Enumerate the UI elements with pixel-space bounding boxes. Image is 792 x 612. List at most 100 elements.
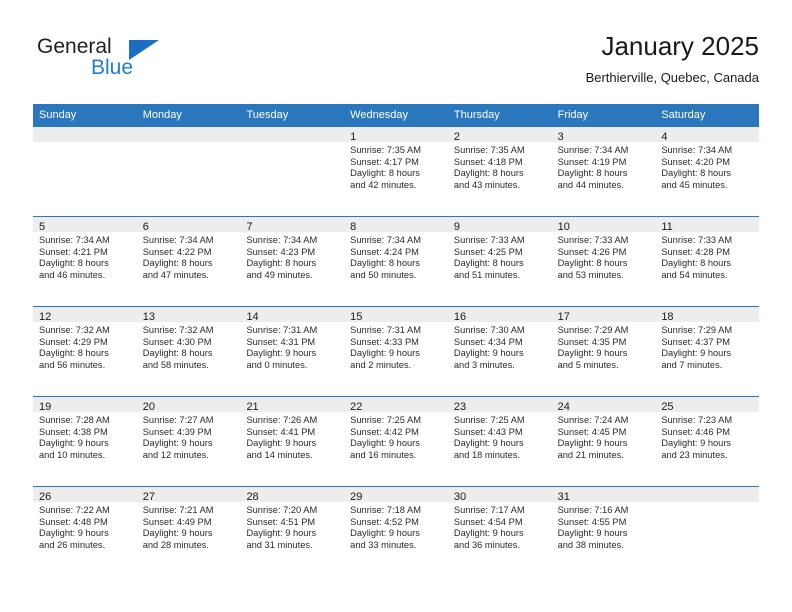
day-cell[interactable]: 27 Sunrise: 7:21 AM Sunset: 4:49 PM Dayligh… <box>136 487 241 576</box>
day-info-line: and 26 minutes. <box>39 539 106 550</box>
day-info-line: Sunset: 4:33 PM <box>350 336 419 347</box>
day-info-line: and 33 minutes. <box>350 539 417 550</box>
weekday-header-monday: Monday <box>142 109 182 121</box>
day-cell[interactable]: 9 Sunrise: 7:33 AM Sunset: 4:25 PM Daylight… <box>447 217 552 306</box>
day-info-line: Sunrise: 7:32 AM <box>39 325 110 335</box>
day-info-line: Sunrise: 7:34 AM <box>557 145 629 155</box>
day-number-band: 31 <box>551 487 656 503</box>
day-info-line: Sunset: 4:54 PM <box>453 516 523 527</box>
day-number: 23 <box>453 401 467 413</box>
day-number-band: 9 <box>447 217 552 233</box>
day-sun-info: Sunrise: 7:33 AM Sunset: 4:25 PM Daylight:… <box>448 232 552 281</box>
day-cell[interactable]: 13 Sunrise: 7:32 AM Sunset: 4:30 PM Dayligh… <box>136 307 241 396</box>
day-number: 26 <box>39 491 52 503</box>
day-cell[interactable]: 18 Sunrise: 7:29 AM Sunset: 4:37 PM Dayligh… <box>655 307 760 396</box>
day-cell[interactable]: 19 Sunrise: 7:28 AM Sunset: 4:38 PM Dayligh… <box>33 397 137 486</box>
day-number: 21 <box>246 401 259 413</box>
day-cell[interactable]: 25 Sunrise: 7:23 AM Sunset: 4:46 PM Dayligh… <box>655 397 760 486</box>
day-info-line: and 46 minutes. <box>39 269 106 280</box>
day-cell[interactable]: 29 Sunrise: 7:18 AM Sunset: 4:52 PM Dayligh… <box>344 487 448 576</box>
calendar-week-row: 19 Sunrise: 7:28 AM Sunset: 4:38 PM Dayligh… <box>33 396 760 486</box>
day-info-line: and 14 minutes. <box>246 449 313 460</box>
day-number: 14 <box>246 311 259 323</box>
day-sun-info: Sunrise: 7:25 AM Sunset: 4:42 PM Daylight:… <box>344 412 448 461</box>
day-number-band: 25 <box>655 397 760 413</box>
day-info-line: Sunrise: 7:21 AM <box>142 505 214 515</box>
day-cell[interactable]: 15 Sunrise: 7:31 AM Sunset: 4:33 PM Dayligh… <box>344 307 448 396</box>
day-info-line: Sunrise: 7:34 AM <box>246 235 318 245</box>
day-cell[interactable]: 7 Sunrise: 7:34 AM Sunset: 4:23 PM Daylight… <box>240 217 345 306</box>
day-info-line: Sunset: 4:41 PM <box>246 426 316 437</box>
day-info-line: and 58 minutes. <box>142 359 209 370</box>
day-number: 13 <box>142 311 155 323</box>
day-sun-info: Sunrise: 7:34 AM Sunset: 4:21 PM Daylight:… <box>33 232 137 281</box>
day-info-line: Sunset: 4:31 PM <box>246 336 316 347</box>
day-info-line: and 3 minutes. <box>453 359 515 370</box>
day-cell[interactable]: 8 Sunrise: 7:34 AM Sunset: 4:24 PM Daylight… <box>344 217 448 306</box>
day-info-line: and 18 minutes. <box>453 449 521 460</box>
day-cell[interactable]: 3 Sunrise: 7:34 AM Sunset: 4:19 PM Daylight… <box>551 127 656 216</box>
day-info-line: Sunrise: 7:16 AM <box>557 505 629 515</box>
day-info-line: and 49 minutes. <box>246 269 313 280</box>
day-info-line: Sunrise: 7:27 AM <box>142 415 214 425</box>
day-cell[interactable]: 14 Sunrise: 7:31 AM Sunset: 4:31 PM Dayligh… <box>240 307 345 396</box>
day-info-line: Sunset: 4:38 PM <box>39 426 108 437</box>
day-info-line: Sunset: 4:34 PM <box>453 336 523 347</box>
day-info-line: and 31 minutes. <box>246 539 313 550</box>
day-sun-info: Sunrise: 7:34 AM Sunset: 4:22 PM Daylight:… <box>137 232 241 281</box>
day-cell[interactable]: 12 Sunrise: 7:32 AM Sunset: 4:29 PM Dayligh… <box>33 307 137 396</box>
day-cell[interactable]: 1 Sunrise: 7:35 AM Sunset: 4:17 PM Daylight… <box>344 127 448 216</box>
day-info-line: Sunset: 4:29 PM <box>39 336 108 347</box>
day-number: 9 <box>453 221 460 233</box>
day-cell[interactable]: 28 Sunrise: 7:20 AM Sunset: 4:51 PM Dayligh… <box>240 487 345 576</box>
day-number-band: 13 <box>136 307 241 323</box>
day-cell[interactable]: 31 Sunrise: 7:16 AM Sunset: 4:55 PM Dayligh… <box>551 487 656 576</box>
day-info-line: and 10 minutes. <box>39 449 106 460</box>
day-cell[interactable]: 26 Sunrise: 7:22 AM Sunset: 4:48 PM Dayligh… <box>33 487 137 576</box>
day-info-line: and 51 minutes. <box>453 269 521 280</box>
day-info-line: Sunrise: 7:25 AM <box>350 415 421 425</box>
day-info-line: Sunset: 4:52 PM <box>350 516 419 527</box>
day-info-line: Sunrise: 7:31 AM <box>246 325 318 335</box>
day-number-band: 8 <box>344 217 448 233</box>
day-info-line: and 16 minutes. <box>350 449 417 460</box>
day-cell[interactable]: 21 Sunrise: 7:26 AM Sunset: 4:41 PM Dayligh… <box>240 397 345 486</box>
day-cell[interactable]: 4 Sunrise: 7:34 AM Sunset: 4:20 PM Daylight… <box>655 127 760 216</box>
day-info-line: and 12 minutes. <box>142 449 209 460</box>
day-info-line: Daylight: 8 hours <box>246 258 317 269</box>
day-info-line: Sunrise: 7:35 AM <box>453 145 525 155</box>
day-cell[interactable]: 6 Sunrise: 7:34 AM Sunset: 4:22 PM Daylight… <box>136 217 241 306</box>
day-info-line: Sunset: 4:55 PM <box>557 516 627 527</box>
day-cell[interactable]: 5 Sunrise: 7:34 AM Sunset: 4:21 PM Daylight… <box>33 217 137 306</box>
day-info-line: Sunset: 4:21 PM <box>39 246 108 257</box>
day-cell[interactable]: 23 Sunrise: 7:25 AM Sunset: 4:43 PM Dayligh… <box>447 397 552 486</box>
day-info-line: and 23 minutes. <box>661 449 728 460</box>
day-sun-info: Sunrise: 7:35 AM Sunset: 4:18 PM Daylight:… <box>448 142 552 191</box>
day-number-band: 29 <box>344 487 448 503</box>
day-sun-info: Sunrise: 7:26 AM Sunset: 4:41 PM Daylight:… <box>240 412 344 461</box>
weekday-header-row: Sunday Monday Tuesday Wednesday Thursday Frid… <box>33 104 759 126</box>
day-info-line: Daylight: 9 hours <box>453 348 524 359</box>
day-info-line: Sunrise: 7:33 AM <box>557 235 629 245</box>
day-cell[interactable]: 10 Sunrise: 7:33 AM Sunset: 4:26 PM Dayligh… <box>551 217 656 306</box>
day-cell[interactable]: 20 Sunrise: 7:27 AM Sunset: 4:39 PM Dayligh… <box>136 397 241 486</box>
day-cell[interactable]: 17 Sunrise: 7:29 AM Sunset: 4:35 PM Dayligh… <box>551 307 656 396</box>
day-cell[interactable]: 30 Sunrise: 7:17 AM Sunset: 4:54 PM Dayligh… <box>447 487 552 576</box>
day-info-line: Sunset: 4:35 PM <box>557 336 627 347</box>
day-info-line: Daylight: 8 hours <box>39 258 109 269</box>
day-sun-info: Sunrise: 7:30 AM Sunset: 4:34 PM Daylight:… <box>448 322 552 371</box>
day-info-line: Sunset: 4:43 PM <box>453 426 523 437</box>
calendar-week-row: 1 Sunrise: 7:35 AM Sunset: 4:17 PM Daylight… <box>33 126 760 216</box>
day-cell[interactable]: 11 Sunrise: 7:33 AM Sunset: 4:28 PM Dayligh… <box>655 217 760 306</box>
day-number-band: 12 <box>33 307 137 323</box>
day-cell[interactable]: 2 Sunrise: 7:35 AM Sunset: 4:18 PM Daylight… <box>447 127 552 216</box>
day-info-line: Daylight: 9 hours <box>661 348 732 359</box>
day-number-band: 30 <box>447 487 552 503</box>
day-cell[interactable]: 24 Sunrise: 7:24 AM Sunset: 4:45 PM Dayligh… <box>551 397 656 486</box>
day-info-line: Daylight: 9 hours <box>246 348 317 359</box>
day-cell[interactable]: 22 Sunrise: 7:25 AM Sunset: 4:42 PM Dayligh… <box>344 397 448 486</box>
day-sun-info: Sunrise: 7:32 AM Sunset: 4:29 PM Daylight:… <box>33 322 137 371</box>
day-number: 28 <box>246 491 259 503</box>
day-number: 25 <box>661 401 674 413</box>
day-cell[interactable]: 16 Sunrise: 7:30 AM Sunset: 4:34 PM Dayligh… <box>447 307 552 396</box>
